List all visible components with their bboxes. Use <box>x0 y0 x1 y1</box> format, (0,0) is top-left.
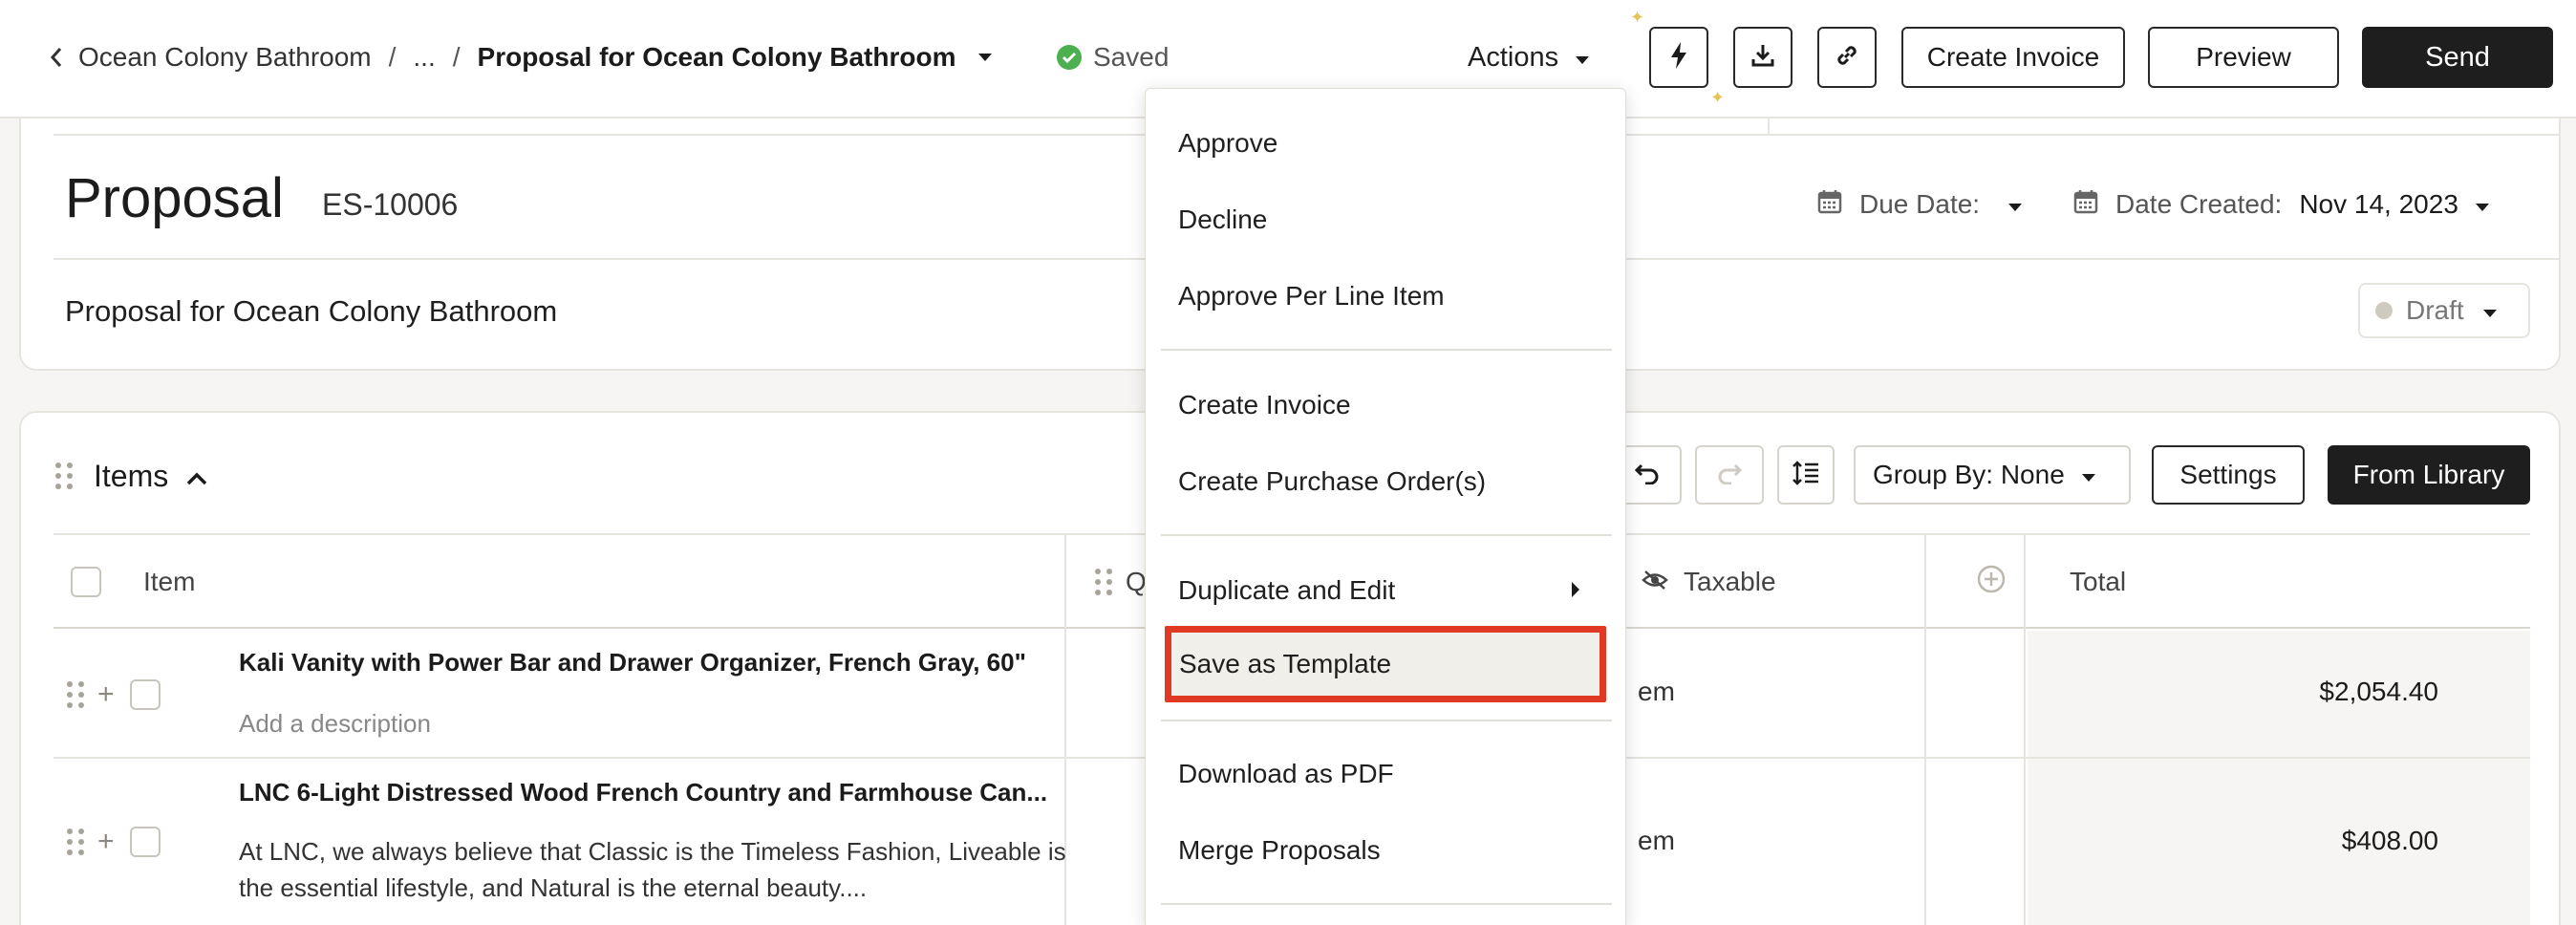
breadcrumb-root-link[interactable]: Ocean Colony Bathroom <box>78 42 372 73</box>
select-all-checkbox[interactable] <box>71 535 101 629</box>
chevron-up-icon[interactable] <box>185 459 208 494</box>
menu-item-create-invoice[interactable]: Create Invoice <box>1146 372 1627 439</box>
taxable-cell[interactable]: em <box>1638 826 1675 856</box>
drag-handle-icon[interactable] <box>55 462 73 489</box>
add-row-icon[interactable]: + <box>97 678 115 711</box>
actions-menu: Approve Decline Approve Per Line Item Cr… <box>1145 88 1626 925</box>
menu-item-approve[interactable]: Approve <box>1146 110 1627 177</box>
column-header-taxable: Taxable <box>1684 567 1776 596</box>
breadcrumb-ellipsis[interactable]: ... <box>413 42 435 73</box>
add-row-icon[interactable]: + <box>97 826 115 858</box>
date-created-label: Date Created: <box>2115 189 2283 219</box>
add-column-button[interactable] <box>1976 535 2007 629</box>
divider <box>1768 118 1770 134</box>
calendar-icon <box>1817 189 1842 221</box>
menu-item-duplicate-and-edit[interactable]: Duplicate and Edit <box>1146 557 1627 624</box>
chevron-left-icon[interactable] <box>42 43 71 72</box>
copy-link-button[interactable] <box>1817 27 1877 88</box>
row-controls: + <box>67 678 161 711</box>
redo-button[interactable] <box>1695 445 1764 505</box>
caret-down-icon <box>2481 295 2499 326</box>
caret-down-icon <box>2080 460 2097 490</box>
line-spacing-icon <box>1792 459 1820 492</box>
items-section-header: Items <box>55 457 208 495</box>
group-by-label: Group By: None <box>1873 460 2065 489</box>
settings-button[interactable]: Settings <box>2152 445 2305 505</box>
download-button[interactable] <box>1733 27 1792 88</box>
group-by-dropdown[interactable]: Group By: None <box>1854 445 2131 505</box>
preview-button[interactable]: Preview <box>2148 27 2339 88</box>
menu-divider <box>1161 349 1612 351</box>
automation-button[interactable] <box>1649 27 1708 88</box>
column-header-total[interactable]: Total <box>2070 535 2126 629</box>
menu-divider <box>1161 720 1612 721</box>
from-library-button[interactable]: From Library <box>2328 445 2530 505</box>
column-header-item[interactable]: Item <box>143 535 195 629</box>
redo-icon <box>1716 462 1743 489</box>
due-date-picker[interactable]: Due Date: <box>1817 183 2024 226</box>
save-status: Saved <box>1057 38 1169 76</box>
row-checkbox[interactable] <box>129 679 161 710</box>
drag-handle-icon[interactable] <box>67 681 84 708</box>
lightning-icon <box>1668 41 1689 75</box>
link-icon <box>1834 42 1860 74</box>
date-created-picker[interactable]: Date Created: Nov 14, 2023 <box>2073 183 2491 226</box>
row-height-button[interactable] <box>1777 445 1835 505</box>
drag-handle-icon <box>1095 569 1112 595</box>
drag-handle-icon[interactable] <box>67 828 84 855</box>
taxable-cell[interactable]: em <box>1638 677 1675 707</box>
check-circle-icon <box>1057 45 1082 70</box>
eye-off-icon[interactable] <box>1642 567 1668 597</box>
caret-down-icon <box>1574 42 1591 74</box>
menu-item-save-as-template[interactable]: Save as Template <box>1165 626 1606 702</box>
download-icon <box>1750 42 1776 74</box>
caret-down-icon <box>2474 189 2491 220</box>
item-name[interactable]: Kali Vanity with Power Bar and Drawer Or… <box>239 648 1026 678</box>
row-controls: + <box>67 826 161 858</box>
caret-down-icon <box>2007 189 2024 220</box>
date-created-value: Nov 14, 2023 <box>2299 189 2458 219</box>
create-invoice-button[interactable]: Create Invoice <box>1901 27 2125 88</box>
breadcrumb: Ocean Colony Bathroom / ... / Proposal f… <box>42 36 998 78</box>
menu-item-decline[interactable]: Decline <box>1146 186 1627 253</box>
menu-item-download-as-pdf[interactable]: Download as PDF <box>1146 741 1627 807</box>
calendar-icon <box>2073 189 2098 221</box>
page-title: Proposal <box>65 167 284 229</box>
menu-divider <box>1161 534 1612 536</box>
proposal-name[interactable]: Proposal for Ocean Colony Bathroom <box>65 294 557 329</box>
item-total: $2,054.40 <box>2319 677 2438 706</box>
due-date-label: Due Date: <box>1859 189 1981 219</box>
row-checkbox[interactable] <box>129 827 161 857</box>
menu-item-merge-proposals[interactable]: Merge Proposals <box>1146 817 1627 884</box>
sparkle-icon: ✦ <box>1630 8 1645 27</box>
plus-circle-icon <box>1976 564 2007 601</box>
actions-label: Actions <box>1468 41 1559 73</box>
item-total: $408.00 <box>2341 826 2438 855</box>
save-status-label: Saved <box>1093 42 1170 72</box>
menu-item-create-purchase-orders[interactable]: Create Purchase Order(s) <box>1146 448 1627 515</box>
column-header-taxable-cell[interactable]: Taxable <box>1642 535 1776 629</box>
actions-dropdown-button[interactable]: Actions <box>1468 36 1591 78</box>
menu-divider <box>1161 903 1612 905</box>
proposal-number: ES-10006 <box>322 187 459 222</box>
menu-item-approve-per-line-item[interactable]: Approve Per Line Item <box>1146 263 1627 330</box>
caret-right-icon <box>1570 575 1581 606</box>
caret-down-icon[interactable] <box>973 45 998 70</box>
status-dropdown[interactable]: Draft <box>2358 283 2530 338</box>
undo-icon <box>1634 462 1661 489</box>
item-description[interactable]: Add a description <box>239 705 1099 742</box>
items-title: Items <box>94 458 169 493</box>
status-dot-icon <box>2375 302 2393 319</box>
item-description[interactable]: At LNC, we always believe that Classic i… <box>239 833 1099 906</box>
send-button[interactable]: Send <box>2362 27 2553 88</box>
status-badge: Draft <box>2406 295 2464 325</box>
breadcrumb-separator: / <box>388 42 397 72</box>
menu-item-label: Duplicate and Edit <box>1178 575 1396 605</box>
sparkle-icon: ✦ <box>1710 88 1726 107</box>
breadcrumb-separator: / <box>452 42 461 72</box>
breadcrumb-current[interactable]: Proposal for Ocean Colony Bathroom <box>478 42 956 73</box>
item-name[interactable]: LNC 6-Light Distressed Wood French Count… <box>239 778 1047 807</box>
